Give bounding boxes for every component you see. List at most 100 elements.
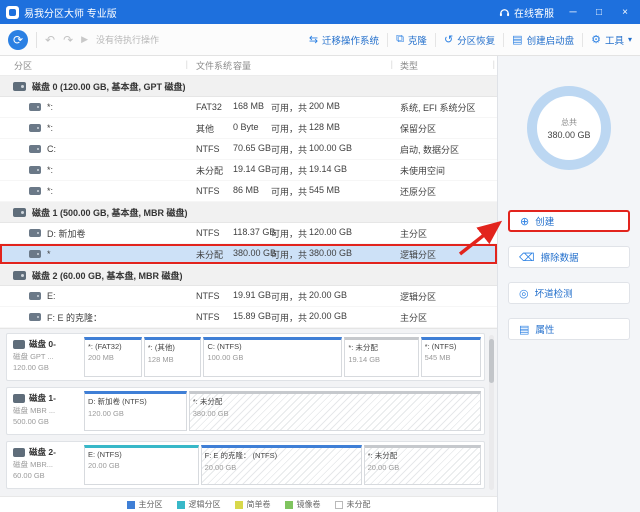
maximize-button[interactable]: □ bbox=[592, 7, 606, 18]
wipe-data-button[interactable]: ⌫擦除数据 bbox=[508, 246, 630, 268]
partition-icon bbox=[29, 166, 41, 174]
disk-strip-size: 120.00 GB bbox=[13, 363, 79, 372]
partition-recovery-button-label: 分区恢复 bbox=[457, 33, 495, 47]
tools-button[interactable]: ⚙工具▾ bbox=[591, 33, 632, 47]
disk-strip-label: 磁盘 0- bbox=[29, 338, 56, 350]
sidebar-actions: ⊕创建 ⌫擦除数据 ◎坏道检测 ▤属性 bbox=[508, 210, 630, 340]
partition-block[interactable]: E: (NTFS)20.00 GB bbox=[84, 445, 199, 485]
boot-disk-button[interactable]: ▤创建启动盘 bbox=[512, 33, 574, 47]
partition-name-cell: E: bbox=[0, 291, 190, 301]
execute-icon[interactable]: ▶ bbox=[81, 34, 88, 45]
capacity-cell: 0 Byte可用，共128 MB bbox=[233, 122, 395, 135]
disk-strip-size: 60.00 GB bbox=[13, 471, 79, 480]
partition-icon bbox=[29, 124, 41, 132]
partition-recovery-button[interactable]: ↺分区恢复 bbox=[444, 33, 495, 47]
table-row[interactable]: D: 新加卷NTFS118.37 GB可用，共120.00 GB主分区 bbox=[0, 223, 497, 244]
content-area: 分区 文件系统 容量 类型 磁盘 0 (120.00 GB, 基本盘, GPT … bbox=[0, 56, 640, 512]
table-row[interactable]: F: E 的克隆：NTFS15.89 GB可用，共20.00 GB主分区 bbox=[0, 307, 497, 328]
tools-button-label: 工具 bbox=[605, 33, 624, 47]
partition-block[interactable]: F: E 的克隆： (NTFS)20.00 GB bbox=[201, 445, 362, 485]
disk-group-row[interactable]: 磁盘 2 (60.00 GB, 基本盘, MBR 磁盘) bbox=[0, 265, 497, 286]
undo-icon[interactable]: ↶ bbox=[45, 33, 55, 47]
capacity-free: 70.65 GB bbox=[233, 143, 271, 156]
app-logo-icon bbox=[6, 6, 19, 19]
disk-group-label: 磁盘 1 (500.00 GB, 基本盘, MBR 磁盘) bbox=[32, 206, 188, 219]
disk-map-scrollbar-thumb[interactable] bbox=[489, 339, 494, 383]
capacity-donut: 总共 380.00 GB bbox=[527, 86, 611, 170]
app-window: 易我分区大师 专业版 在线客服 ─ □ × ⟳ ↶ ↷ ▶ 没有待执行操作 ⇆迁… bbox=[0, 0, 640, 512]
redo-icon[interactable]: ↷ bbox=[63, 33, 73, 47]
toolbar-left: ⟳ ↶ ↷ ▶ 没有待执行操作 bbox=[8, 30, 159, 50]
partition-block[interactable]: *: (NTFS)545 MB bbox=[421, 337, 481, 377]
legend-item: 简单卷 bbox=[235, 499, 271, 510]
table-row[interactable]: *:FAT32168 MB可用，共200 MB系统, EFI 系统分区 bbox=[0, 97, 497, 118]
capacity-cell: 19.91 GB可用，共20.00 GB bbox=[233, 290, 395, 303]
minimize-button[interactable]: ─ bbox=[566, 7, 580, 18]
disk-strip-meta: 磁盘 MBR ... bbox=[13, 405, 79, 416]
capacity-total: 20.00 GB bbox=[309, 311, 395, 324]
partition-block[interactable]: *: 未分配19.14 GB bbox=[344, 337, 418, 377]
disk-group-row[interactable]: 磁盘 1 (500.00 GB, 基本盘, MBR 磁盘) bbox=[0, 202, 497, 223]
partition-block[interactable]: C: (NTFS)100.00 GB bbox=[203, 337, 342, 377]
legend-item: 镜像卷 bbox=[285, 499, 321, 510]
partition-block-size: 128 MB bbox=[148, 355, 198, 364]
disk-strip: 磁盘 1-磁盘 MBR ...500.00 GBD: 新加卷 (NTFS)120… bbox=[6, 387, 485, 435]
table-row[interactable]: *:NTFS86 MB可用，共545 MB还原分区 bbox=[0, 181, 497, 202]
migrate-os-button[interactable]: ⇆迁移操作系统 bbox=[309, 33, 379, 47]
disk-strip-meta: 磁盘 MBR... bbox=[13, 459, 79, 470]
capacity-cell: 70.65 GB可用，共100.00 GB bbox=[233, 143, 395, 156]
type-cell: 还原分区 bbox=[395, 185, 497, 198]
capacity-cell: 86 MB可用，共545 MB bbox=[233, 185, 395, 198]
capacity-free: 19.91 GB bbox=[233, 290, 271, 303]
create-button[interactable]: ⊕创建 bbox=[508, 210, 630, 232]
partition-block[interactable]: D: 新加卷 (NTFS)120.00 GB bbox=[84, 391, 187, 431]
partition-label: *: bbox=[47, 165, 53, 175]
table-row[interactable]: E:NTFS19.91 GB可用，共20.00 GB逻辑分区 bbox=[0, 286, 497, 307]
disk-group-name-cell: 磁盘 1 (500.00 GB, 基本盘, MBR 磁盘) bbox=[0, 206, 188, 219]
disk-strip-info[interactable]: 磁盘 1-磁盘 MBR ...500.00 GB bbox=[7, 388, 81, 434]
title-bar-left: 易我分区大师 专业版 bbox=[6, 5, 117, 20]
migrate-os-button-label: 迁移操作系统 bbox=[322, 33, 379, 47]
partition-label: D: 新加卷 bbox=[47, 227, 86, 240]
legend-swatch bbox=[127, 501, 135, 509]
disk-strip-info[interactable]: 磁盘 2-磁盘 MBR...60.00 GB bbox=[7, 442, 81, 488]
online-service-button[interactable]: 在线客服 bbox=[499, 5, 554, 20]
toolbar: ⟳ ↶ ↷ ▶ 没有待执行操作 ⇆迁移操作系统 ⧉克隆 ↺分区恢复 ▤创建启动盘 ⚙ 工具… bbox=[0, 24, 640, 56]
partition-block[interactable]: *: (其他)128 MB bbox=[144, 337, 202, 377]
partition-block[interactable]: *: (FAT32)200 MB bbox=[84, 337, 142, 377]
disk-icon bbox=[13, 340, 25, 349]
disk-icon bbox=[13, 394, 25, 403]
table-row[interactable]: *:未分配19.14 GB可用，共19.14 GB未使用空间 bbox=[0, 160, 497, 181]
legend-swatch bbox=[177, 501, 185, 509]
type-cell: 逻辑分区 bbox=[395, 248, 497, 261]
partition-name-cell: *: bbox=[0, 123, 190, 133]
partition-label: *: bbox=[47, 186, 53, 196]
partition-label: C: bbox=[47, 144, 56, 154]
close-button[interactable]: × bbox=[618, 7, 632, 18]
surface-test-button[interactable]: ◎坏道检测 bbox=[508, 282, 630, 304]
online-service-label: 在线客服 bbox=[514, 5, 554, 20]
disk-strip-info[interactable]: 磁盘 0-磁盘 GPT ...120.00 GB bbox=[7, 334, 81, 380]
filesystem-cell: NTFS bbox=[190, 312, 233, 322]
capacity-free: 118.37 GB bbox=[233, 227, 271, 240]
legend-item: 逻辑分区 bbox=[177, 499, 221, 510]
refresh-icon[interactable]: ⟳ bbox=[8, 30, 28, 50]
table-row[interactable]: *未分配380.00 GB可用，共380.00 GB逻辑分区 bbox=[0, 244, 497, 265]
partition-block[interactable]: *: 未分配380.00 GB bbox=[189, 391, 481, 431]
table-row[interactable]: *:其他0 Byte可用，共128 MB保留分区 bbox=[0, 118, 497, 139]
partition-label: *: bbox=[47, 123, 53, 133]
legend-swatch bbox=[285, 501, 293, 509]
tools-icon: ⚙ bbox=[591, 33, 601, 46]
capacity-free: 0 Byte bbox=[233, 122, 271, 135]
disk-group-label: 磁盘 2 (60.00 GB, 基本盘, MBR 磁盘) bbox=[32, 269, 183, 282]
partition-label: F: E 的克隆： bbox=[47, 311, 102, 324]
properties-button[interactable]: ▤属性 bbox=[508, 318, 630, 340]
table-row[interactable]: C:NTFS70.65 GB可用，共100.00 GB启动, 数据分区 bbox=[0, 139, 497, 160]
partition-block[interactable]: *: 未分配20.00 GB bbox=[364, 445, 481, 485]
disk-group-row[interactable]: 磁盘 0 (120.00 GB, 基本盘, GPT 磁盘) bbox=[0, 76, 497, 97]
partition-block-label: *: 未分配 bbox=[368, 450, 477, 461]
disk-strip-label: 磁盘 1- bbox=[29, 392, 56, 404]
boot-disk-button-label: 创建启动盘 bbox=[527, 33, 575, 47]
surface-test-icon: ◎ bbox=[519, 287, 529, 300]
clone-button[interactable]: ⧉克隆 bbox=[396, 33, 427, 47]
